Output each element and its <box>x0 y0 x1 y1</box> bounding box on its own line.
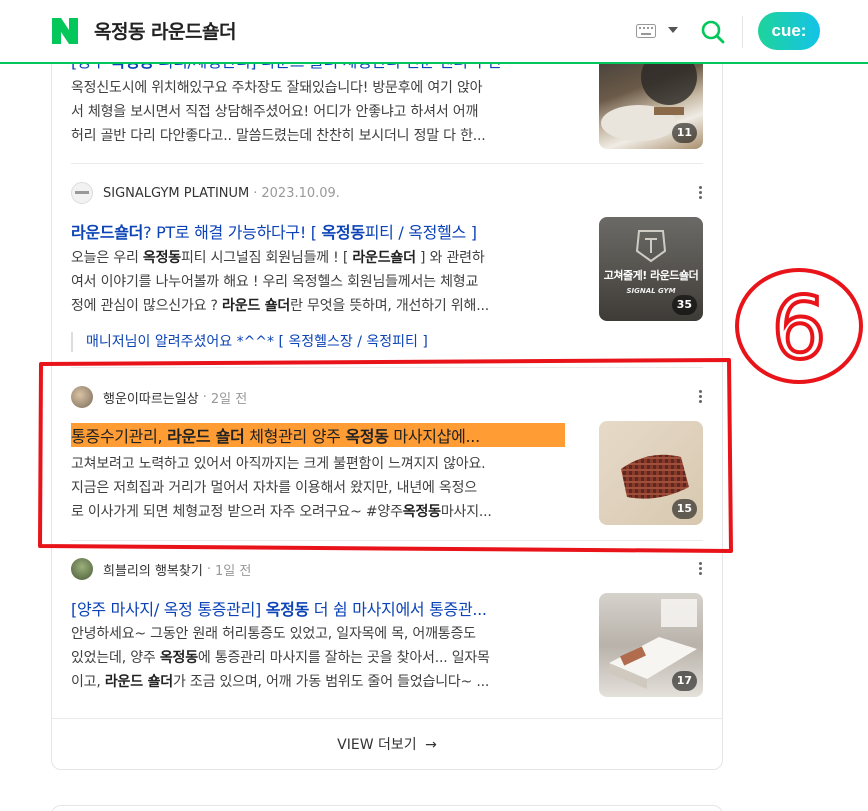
post-4-author[interactable]: 희블리의 행복찾기 · 1일 전 <box>71 558 251 580</box>
post-2-author[interactable]: SIGNALGYM PLATINUM · 2023.10.09. <box>71 182 340 204</box>
desc-line: 여서 이야기를 나누어볼까 해요 ! 우리 옥정헬스 회원님들께서는 체형교 <box>71 274 479 290</box>
desc-line: 정에 관심이 많으신가요 ? 라운드 숄더란 무엇을 뜻하며, 개선하기 위해.… <box>71 294 583 318</box>
post-date: 1일 전 <box>214 563 252 579</box>
result-separator <box>71 163 703 164</box>
post-4-title[interactable]: [양주 마사지/ 옥정 통증관리] 옥정동 더 쉼 마사지에서 통증관... <box>71 596 576 620</box>
image-count-badge: 17 <box>671 671 697 691</box>
post-4-description: 안녕하세요~ 그동안 원래 허리통증도 있었고, 일자목에 목, 어깨통증도 있… <box>71 622 583 694</box>
header-divider <box>742 16 743 48</box>
text: 오늘은 우리 <box>71 250 143 266</box>
chevron-down-icon[interactable] <box>668 27 678 33</box>
title-part: 더 쉼 마사지에서 통증관... <box>309 600 487 619</box>
post-1-desc-line: 옥정신도시에 위치해있구요 주차장도 잘돼있습니다! 방문후에 여기 앉아 <box>71 80 483 96</box>
title-keyword: 라운드숄더 <box>71 223 144 242</box>
annotation-number-circle: 6 <box>735 268 863 384</box>
thumbnail-caption: 고쳐줄게! 라운드숄더 <box>603 269 699 282</box>
title-part: [양주 마사지/ 옥정 통증관리] <box>71 600 266 619</box>
keyword: 옥정동 <box>159 650 198 666</box>
desc-line: 안녕하세요~ 그동안 원래 허리통증도 있었고, 일자목에 목, 어깨통증도 <box>71 626 476 642</box>
separator-dot: · <box>206 561 211 577</box>
keyword: 옥정동 <box>142 250 181 266</box>
text: 정에 관심이 많으신가요 ? <box>71 298 223 314</box>
text: 가 조금 있으며, 어깨 가동 범위도 줄어 들었습니다~ ... <box>172 674 490 690</box>
separator-dot: · <box>253 185 258 201</box>
desc-line: 오늘은 우리 옥정동피티 시그널짐 회원님들께 ! [ 라운드숄더 ] 와 관련… <box>71 246 583 270</box>
keyword: 라운드숄더 <box>352 250 416 266</box>
author-name: SIGNALGYM PLATINUM <box>103 185 250 201</box>
annotation-rectangle <box>38 358 733 553</box>
view-more-label: VIEW 더보기 <box>337 737 417 753</box>
keyword: 라운드 숄더 <box>104 674 173 690</box>
post-1-desc-line: 서 체형을 보시면서 직접 상담해주셨어요! 어디가 안좋냐고 하셔서 어깨 <box>71 104 479 120</box>
search-icon[interactable] <box>700 19 726 45</box>
desc-line: 이고, 라운드 숄더가 조금 있으며, 어깨 가동 범위도 줄어 들었습니다~ … <box>71 670 583 694</box>
post-4-thumbnail[interactable]: 17 <box>599 593 703 697</box>
author-name: 희블리의 행복찾기 <box>103 563 203 579</box>
keyword: 라운드 숄더 <box>222 298 291 314</box>
text: 있었는데, 양주 <box>71 650 160 666</box>
arrow-right-icon: → <box>425 737 437 753</box>
next-result-card <box>51 805 723 811</box>
related-post-link[interactable]: 매니저님이 알려주셨어요 *^^* [ 옥정헬스장 / 옥정피티 ] <box>71 332 428 352</box>
text: 피티 시그널짐 회원님들께 ! [ <box>180 250 353 266</box>
search-header: 옥정동 라운드숄더 cue: <box>0 0 868 64</box>
avatar <box>71 558 93 580</box>
desc-line: 있었는데, 양주 옥정동에 통증관리 마사지를 잘하는 곳을 찾아서... 일자… <box>71 646 583 670</box>
text: 란 무엇을 뜻하며, 개선하기 위해... <box>290 298 489 314</box>
title-part: ? PT로 해결 가능하다구! [ <box>143 223 322 242</box>
annotation-number: 6 <box>772 279 827 379</box>
more-options-icon[interactable] <box>699 562 703 578</box>
post-1-description: 옥정신도시에 위치해있구요 주차장도 잘돼있습니다! 방문후에 여기 앉아 서 … <box>71 76 583 148</box>
signalgym-logo-icon <box>75 191 89 194</box>
text: ] 와 관련하 <box>415 250 485 266</box>
search-query-text[interactable]: 옥정동 라운드숄더 <box>94 17 236 44</box>
cue-button[interactable]: cue: <box>758 12 820 50</box>
keyboard-icon[interactable] <box>636 24 656 38</box>
image-count-badge: 11 <box>671 123 697 143</box>
blog-result-4[interactable]: 희블리의 행복찾기 · 1일 전 [양주 마사지/ 옥정 통증관리] 옥정동 더… <box>71 558 703 708</box>
avatar <box>71 182 93 204</box>
post-2-title[interactable]: 라운드숄더? PT로 해결 가능하다구! [ 옥정동피티 / 옥정헬스 ] <box>71 219 576 243</box>
naver-logo-icon[interactable] <box>52 18 78 44</box>
text: 에 통증관리 마사지를 잘하는 곳을 찾아서... 일자목 <box>197 650 490 666</box>
post-2-thumbnail[interactable]: 고쳐줄게! 라운드숄더 SIGNAL GYM 35 <box>599 217 703 321</box>
more-options-icon[interactable] <box>699 186 703 202</box>
post-date: 2023.10.09. <box>261 185 340 201</box>
thumbnail-brand: SIGNAL GYM <box>626 287 676 295</box>
image-count-badge: 35 <box>671 295 697 315</box>
blog-result-2[interactable]: SIGNALGYM PLATINUM · 2023.10.09. 라운드숄더? … <box>71 182 703 352</box>
post-1-desc-line: 허리 골반 다리 다안좋다고.. 말씀드렸는데 찬찬히 보시더니 정말 다 한.… <box>71 128 486 144</box>
text: 이고, <box>71 674 105 690</box>
title-keyword: 옥정동 <box>321 223 365 242</box>
title-part: 피티 / 옥정헬스 ] <box>364 223 477 242</box>
post-2-description: 오늘은 우리 옥정동피티 시그널짐 회원님들께 ! [ 라운드숄더 ] 와 관련… <box>71 246 583 318</box>
title-keyword: 옥정동 <box>265 600 310 619</box>
view-more-button[interactable]: VIEW 더보기 → <box>51 718 723 770</box>
